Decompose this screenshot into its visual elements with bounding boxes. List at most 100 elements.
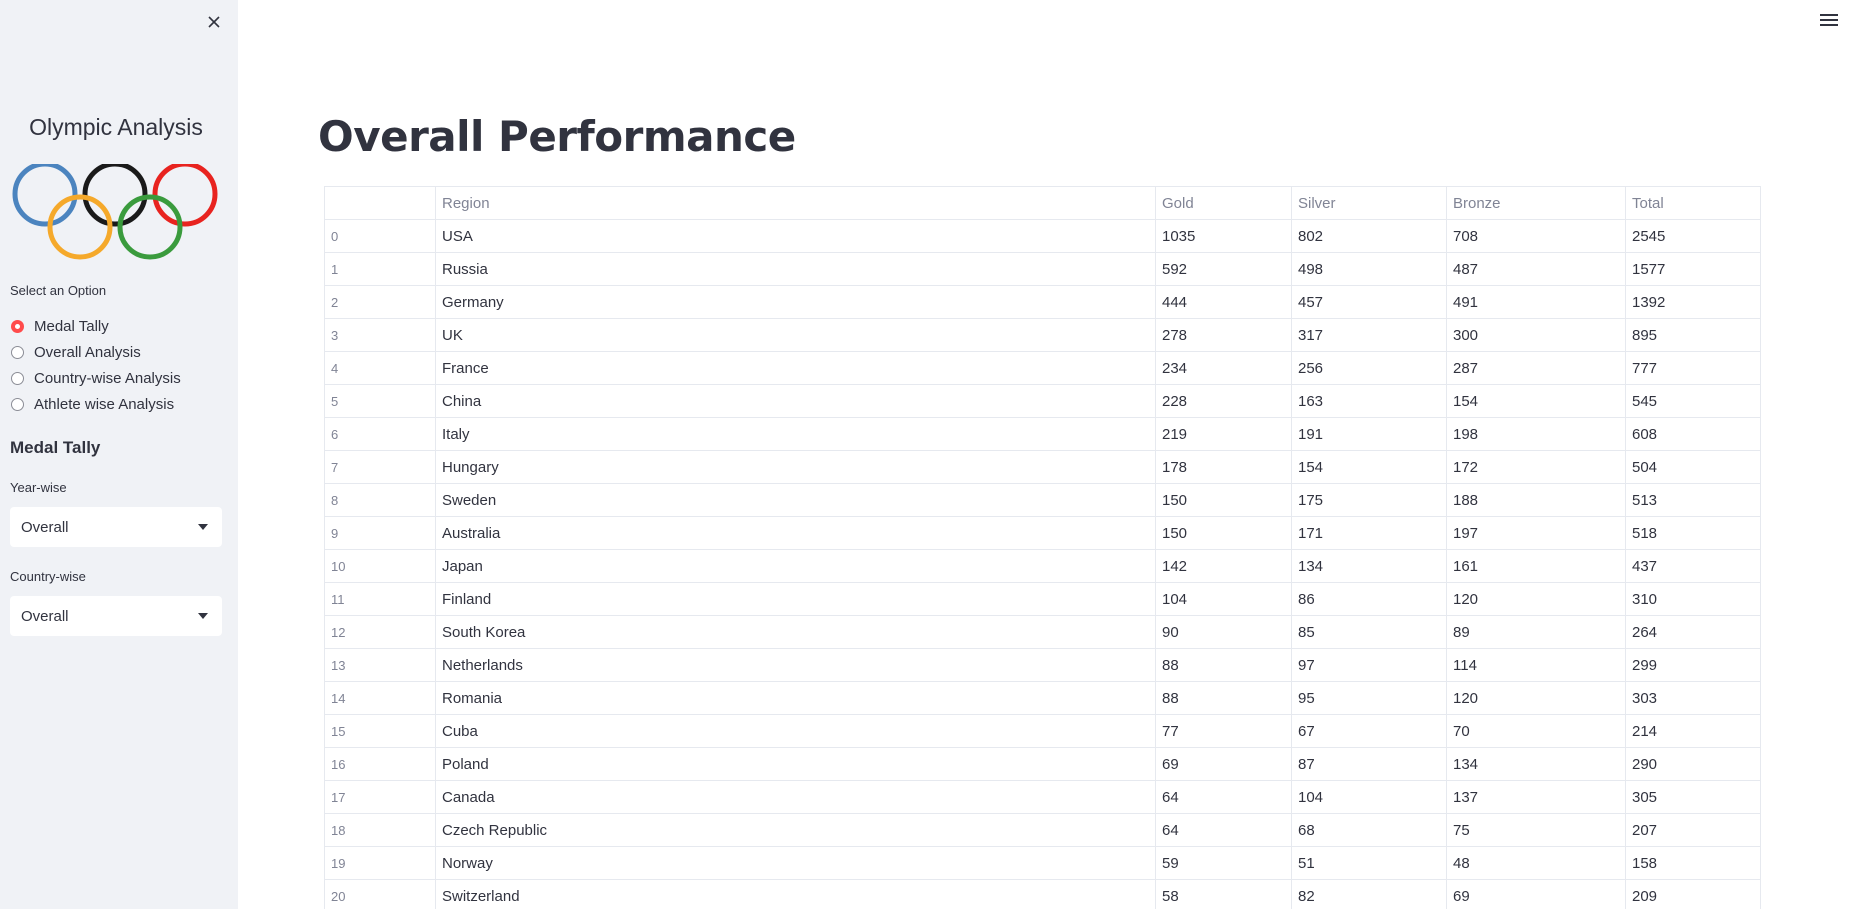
table-row: 5 China 228 163 154 545 (324, 384, 1761, 418)
table-cell: 264 (1625, 615, 1761, 649)
table-cell: Canada (435, 780, 1156, 814)
radio-label: Overall Analysis (34, 343, 141, 361)
column-header-region[interactable]: Region (435, 186, 1156, 220)
table-row: 4 France 234 256 287 777 (324, 351, 1761, 385)
table-cell: 142 (1155, 549, 1292, 583)
row-index-cell: 4 (324, 351, 436, 385)
table-cell: 64 (1155, 780, 1292, 814)
row-index-cell: 0 (324, 219, 436, 253)
table-row: 7 Hungary 178 154 172 504 (324, 450, 1761, 484)
table-cell: Sweden (435, 483, 1156, 517)
column-header-gold[interactable]: Gold (1155, 186, 1292, 220)
row-index-cell: 8 (324, 483, 436, 517)
row-index-cell: 6 (324, 417, 436, 451)
table-cell: 207 (1625, 813, 1761, 847)
row-index-cell: 14 (324, 681, 436, 715)
table-cell: 895 (1625, 318, 1761, 352)
table-cell: 234 (1155, 351, 1292, 385)
table-row: 12 South Korea 90 85 89 264 (324, 615, 1761, 649)
table-cell: 437 (1625, 549, 1761, 583)
table-cell: 77 (1155, 714, 1292, 748)
table-cell: 303 (1625, 681, 1761, 715)
table-row: 8 Sweden 150 175 188 513 (324, 483, 1761, 517)
table-row: 9 Australia 150 171 197 518 (324, 516, 1761, 550)
table-cell: 67 (1291, 714, 1447, 748)
radio-label: Medal Tally (34, 317, 109, 335)
table-cell: 188 (1446, 483, 1626, 517)
row-index-cell: 2 (324, 285, 436, 319)
table-cell: 802 (1291, 219, 1447, 253)
hamburger-icon (1820, 14, 1838, 26)
table-cell: Italy (435, 417, 1156, 451)
table-row: 10 Japan 142 134 161 437 (324, 549, 1761, 583)
table-cell: China (435, 384, 1156, 418)
table-cell: 154 (1291, 450, 1447, 484)
table-cell: 48 (1446, 846, 1626, 880)
row-index-cell: 19 (324, 846, 436, 880)
year-wise-select[interactable]: Overall (10, 507, 222, 547)
chevron-down-icon (198, 613, 208, 619)
table-cell: 214 (1625, 714, 1761, 748)
column-header-bronze[interactable]: Bronze (1446, 186, 1626, 220)
table-cell: Cuba (435, 714, 1156, 748)
country-wise-select[interactable]: Overall (10, 596, 222, 636)
medal-table-container: Region Gold Silver Bronze Total 0 USA 1035 802 7… (324, 186, 1761, 909)
table-cell: 137 (1446, 780, 1626, 814)
table-cell: 85 (1291, 615, 1447, 649)
radio-overall-analysis[interactable]: Overall Analysis (11, 339, 181, 365)
table-cell: 134 (1446, 747, 1626, 781)
table-cell: 95 (1291, 681, 1447, 715)
table-row: 6 Italy 219 191 198 608 (324, 417, 1761, 451)
table-row: 0 USA 1035 802 708 2545 (324, 219, 1761, 253)
close-sidebar-button[interactable] (204, 12, 224, 32)
medal-tally-heading: Medal Tally (10, 438, 101, 457)
table-cell: 120 (1446, 681, 1626, 715)
hamburger-menu-button[interactable] (1820, 14, 1838, 28)
table-row: 18 Czech Republic 64 68 75 207 (324, 813, 1761, 847)
table-cell: Romania (435, 681, 1156, 715)
table-row: 3 UK 278 317 300 895 (324, 318, 1761, 352)
table-cell: 708 (1446, 219, 1626, 253)
table-cell: 87 (1291, 747, 1447, 781)
table-cell: 70 (1446, 714, 1626, 748)
table-cell: Finland (435, 582, 1156, 616)
table-cell: 191 (1291, 417, 1447, 451)
row-index-cell: 1 (324, 252, 436, 286)
table-row: 15 Cuba 77 67 70 214 (324, 714, 1761, 748)
radio-checked-icon (11, 319, 24, 333)
table-cell: 104 (1155, 582, 1292, 616)
table-cell: 608 (1625, 417, 1761, 451)
row-index-cell: 7 (324, 450, 436, 484)
table-cell: 88 (1155, 681, 1292, 715)
table-cell: 150 (1155, 483, 1292, 517)
table-cell: USA (435, 219, 1156, 253)
table-cell: 299 (1625, 648, 1761, 682)
table-cell: 120 (1446, 582, 1626, 616)
table-cell: 278 (1155, 318, 1292, 352)
country-wise-label: Country-wise (10, 569, 86, 584)
table-cell: 86 (1291, 582, 1447, 616)
column-header-index[interactable] (324, 186, 436, 220)
table-cell: 59 (1155, 846, 1292, 880)
table-cell: 198 (1446, 417, 1626, 451)
radio-unchecked-icon (11, 397, 24, 411)
page-title: Overall Performance (318, 112, 796, 161)
row-index-cell: 11 (324, 582, 436, 616)
radio-medal-tally[interactable]: Medal Tally (11, 313, 181, 339)
table-cell: Netherlands (435, 648, 1156, 682)
column-header-total[interactable]: Total (1625, 186, 1761, 220)
table-cell: 158 (1625, 846, 1761, 880)
table-cell: 310 (1625, 582, 1761, 616)
table-cell: 104 (1291, 780, 1447, 814)
radio-country-wise-analysis[interactable]: Country-wise Analysis (11, 365, 181, 391)
table-cell: 287 (1446, 351, 1626, 385)
row-index-cell: 10 (324, 549, 436, 583)
radio-athlete-wise-analysis[interactable]: Athlete wise Analysis (11, 391, 181, 417)
row-index-cell: 15 (324, 714, 436, 748)
table-cell: 1392 (1625, 285, 1761, 319)
row-index-cell: 3 (324, 318, 436, 352)
option-radio-group: Medal Tally Overall Analysis Country-wis… (11, 313, 181, 417)
table-cell: 161 (1446, 549, 1626, 583)
table-cell: 51 (1291, 846, 1447, 880)
column-header-silver[interactable]: Silver (1291, 186, 1447, 220)
